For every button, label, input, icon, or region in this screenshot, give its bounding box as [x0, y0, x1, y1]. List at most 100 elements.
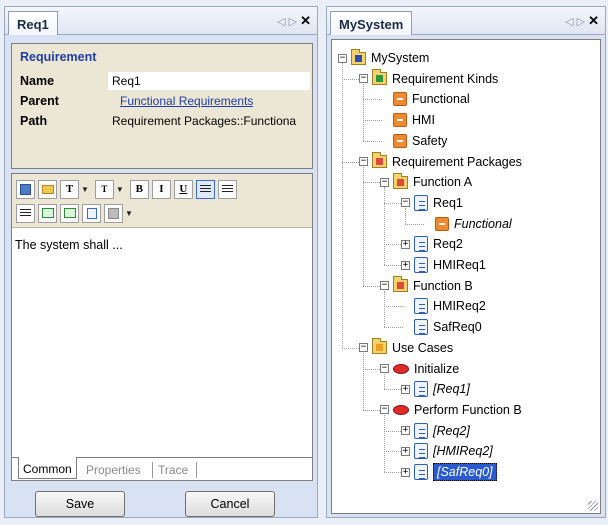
- panel-controls: ◁▷✕: [277, 13, 311, 29]
- tree-connector: [363, 352, 364, 410]
- tree-node[interactable]: + [SafReq0]: [401, 462, 497, 482]
- requirement-kind-icon: [393, 92, 407, 107]
- scroll-right-icon[interactable]: ▷: [289, 16, 300, 28]
- tree-node[interactable]: + [Req2]: [401, 421, 470, 441]
- panel-tab-req1[interactable]: Req1: [8, 11, 58, 35]
- editor-content[interactable]: The system shall ...: [15, 238, 123, 252]
- chevron-down-icon[interactable]: ▼: [125, 209, 133, 218]
- undo-icon[interactable]: [38, 203, 57, 223]
- panel-tab-mysystem[interactable]: MySystem: [330, 11, 413, 35]
- color-icon[interactable]: [104, 203, 123, 223]
- resize-grip[interactable]: [588, 501, 598, 511]
- package-orange-icon: [372, 338, 387, 355]
- expand-toggle-icon[interactable]: +: [401, 467, 410, 477]
- tab-divider: [152, 462, 153, 478]
- tab-properties[interactable]: Properties: [82, 460, 145, 480]
- expand-toggle-icon[interactable]: +: [401, 239, 410, 249]
- bold-button[interactable]: B: [129, 179, 149, 199]
- model-tree[interactable]: − MySystem − Requirement Kinds Functional HMI…: [331, 39, 601, 514]
- chevron-down-icon[interactable]: ▼: [116, 185, 124, 194]
- text-editor[interactable]: T ▼ T ▼ B I U ▼ The system shall ...: [11, 173, 313, 479]
- open-folder-icon[interactable]: [38, 179, 57, 199]
- package-red-icon: [372, 152, 387, 168]
- collapse-toggle-icon[interactable]: −: [359, 157, 368, 166]
- tree-node[interactable]: − Requirement Packages: [359, 152, 522, 172]
- align-center-icon[interactable]: [217, 179, 237, 199]
- save-icon[interactable]: [16, 179, 35, 199]
- collapse-toggle-icon[interactable]: −: [380, 177, 389, 187]
- expand-toggle-icon[interactable]: +: [401, 260, 410, 270]
- tree-node[interactable]: − Req1: [401, 193, 463, 213]
- tree-node[interactable]: Functional: [380, 89, 470, 109]
- requirement-icon: [414, 257, 428, 273]
- tree-node[interactable]: − MySystem: [338, 48, 429, 68]
- tree-node[interactable]: HMI: [380, 110, 435, 130]
- tree-node-label: SafReq0: [433, 320, 482, 335]
- redo-icon[interactable]: [60, 203, 79, 223]
- collapse-toggle-icon[interactable]: −: [401, 198, 410, 208]
- tab-common[interactable]: Common: [18, 457, 77, 479]
- tree-node[interactable]: + [Req1]: [401, 379, 470, 399]
- chevron-down-icon[interactable]: ▼: [81, 185, 89, 194]
- tree-node[interactable]: SafReq0: [401, 317, 482, 337]
- name-label: Name: [20, 74, 55, 88]
- tree-node[interactable]: − Requirement Kinds: [359, 69, 498, 89]
- tree-connector: [363, 166, 364, 286]
- tree-node[interactable]: HMIReq2: [401, 296, 486, 316]
- use-case-icon: [393, 363, 409, 374]
- close-icon[interactable]: ✕: [300, 13, 311, 28]
- scroll-right-icon[interactable]: ▷: [577, 16, 588, 28]
- underline-button[interactable]: U: [173, 179, 193, 199]
- tab-divider: [196, 462, 197, 478]
- tree-node-label: Initialize: [414, 361, 460, 376]
- tree-node[interactable]: − Perform Function B: [380, 400, 522, 420]
- tree-node-label: Requirement Packages: [392, 154, 522, 169]
- tree-connector: [363, 83, 364, 141]
- scroll-left-icon[interactable]: ◁: [277, 16, 288, 28]
- tree-connector: [384, 414, 385, 472]
- requirement-icon: [414, 464, 428, 480]
- tree-node[interactable]: + [HMIReq2]: [401, 441, 493, 461]
- collapse-toggle-icon[interactable]: −: [380, 405, 389, 415]
- align-left-icon[interactable]: [195, 179, 215, 199]
- tree-node[interactable]: Safety: [380, 131, 447, 151]
- expand-toggle-icon[interactable]: +: [401, 426, 410, 436]
- tree-node-label: Function B: [413, 278, 473, 293]
- collapse-toggle-icon[interactable]: −: [359, 74, 368, 84]
- name-field[interactable]: Req1: [108, 72, 310, 90]
- expand-toggle-icon[interactable]: +: [401, 384, 410, 394]
- tree-node[interactable]: + HMIReq1: [401, 255, 486, 275]
- package-red-icon: [393, 172, 408, 189]
- collapse-toggle-icon[interactable]: −: [359, 343, 368, 353]
- italic-button[interactable]: I: [151, 179, 171, 199]
- font-size-button[interactable]: T: [94, 179, 114, 199]
- tree-node[interactable]: + Req2: [401, 234, 463, 254]
- table-icon[interactable]: [82, 203, 101, 223]
- tree-connector: [342, 63, 343, 348]
- collapse-toggle-icon[interactable]: −: [380, 364, 389, 373]
- collapse-toggle-icon[interactable]: −: [380, 281, 389, 291]
- close-icon[interactable]: ✕: [588, 13, 599, 28]
- save-button[interactable]: Save: [35, 491, 125, 517]
- cancel-button[interactable]: Cancel: [185, 491, 275, 517]
- tree-node-label: [SafReq0]: [433, 463, 497, 481]
- font-button[interactable]: T: [60, 179, 79, 199]
- tree-node[interactable]: − Use Cases: [359, 338, 453, 358]
- package-green-icon: [372, 69, 387, 86]
- tree-node[interactable]: − Function B: [380, 276, 473, 296]
- collapse-toggle-icon[interactable]: −: [338, 53, 347, 63]
- scroll-left-icon[interactable]: ◁: [565, 16, 576, 28]
- align-right-icon[interactable]: [16, 203, 35, 223]
- parent-link[interactable]: Functional Requirements: [120, 92, 253, 110]
- tree-node-label: Req2: [433, 237, 463, 252]
- path-value: Requirement Packages::Functiona: [112, 114, 297, 128]
- tree-node-label: Functional: [454, 216, 512, 231]
- parent-row: Parent Functional Requirements: [20, 92, 312, 110]
- tree-node-label: MySystem: [371, 51, 430, 65]
- tree-node[interactable]: Functional: [422, 214, 512, 234]
- tab-trace[interactable]: Trace: [154, 460, 192, 480]
- tree-node-label: Function A: [413, 175, 473, 190]
- tree-node[interactable]: − Function A: [380, 172, 472, 192]
- tree-node[interactable]: − Initialize: [380, 359, 459, 379]
- expand-toggle-icon[interactable]: +: [401, 446, 410, 456]
